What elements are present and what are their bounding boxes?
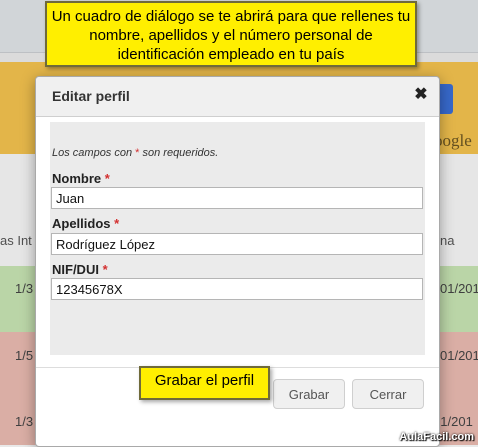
required-note-prefix: Los campos con (52, 147, 136, 159)
apellidos-input[interactable] (51, 233, 423, 255)
required-star: * (104, 171, 110, 186)
close-icon[interactable]: ✖ (413, 86, 429, 104)
nombre-input[interactable] (51, 187, 423, 209)
nombre-label-text: Nombre (52, 171, 102, 186)
tutorial-callout-save: Grabar el perfil (139, 366, 270, 400)
nif-input[interactable] (51, 278, 423, 300)
apellidos-label-text: Apellidos (52, 216, 111, 231)
apellidos-label: Apellidos * (52, 216, 119, 231)
dialog-form: Los campos con * son requeridos. Nombre … (50, 122, 425, 355)
save-button[interactable]: Grabar (273, 379, 345, 409)
dialog-title: Editar perfil (52, 88, 130, 104)
required-note-suffix: son requeridos. (139, 147, 219, 159)
required-star: * (114, 216, 120, 231)
nombre-label: Nombre * (52, 171, 110, 186)
tutorial-callout-top: Un cuadro de diálogo se te abrirá para q… (45, 1, 417, 67)
nif-label: NIF/DUI * (52, 262, 108, 277)
nif-label-text: NIF/DUI (52, 262, 99, 277)
watermark: AulaFacil.com (399, 431, 474, 443)
dialog-header: Editar perfil ✖ (36, 77, 439, 117)
required-star: * (102, 262, 108, 277)
close-button[interactable]: Cerrar (352, 379, 424, 409)
required-fields-note: Los campos con * son requeridos. (52, 147, 218, 159)
